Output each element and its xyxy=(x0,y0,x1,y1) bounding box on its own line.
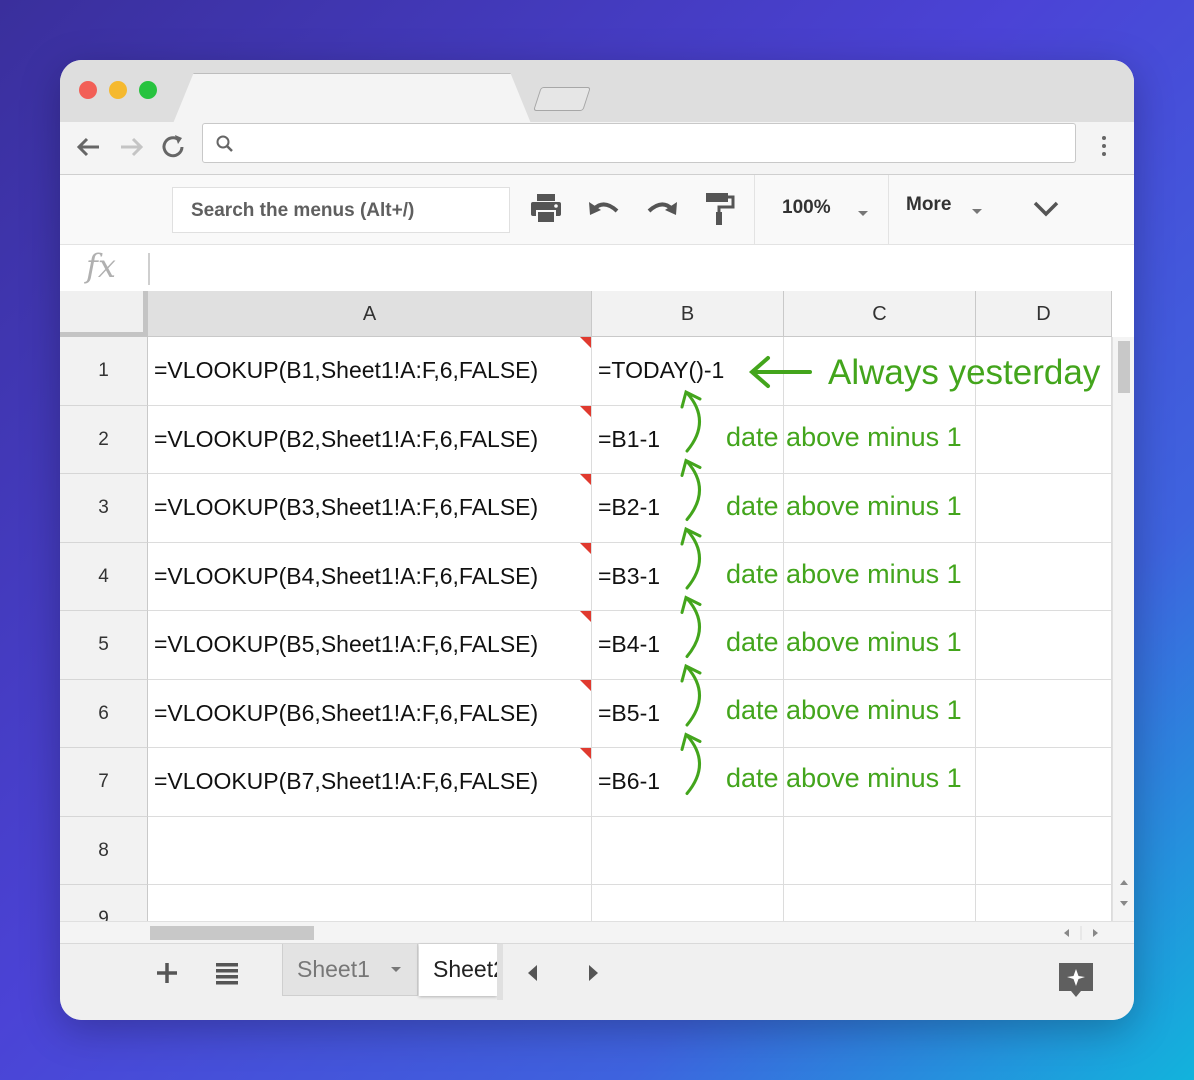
zoom-select[interactable]: 100% xyxy=(782,197,831,219)
curved-arrow-icon xyxy=(680,526,702,590)
tab-divider xyxy=(497,944,503,1000)
more-button[interactable]: More xyxy=(906,194,951,216)
scroll-left-icon[interactable] xyxy=(522,962,544,989)
vertical-scroll-thumb[interactable] xyxy=(1118,341,1130,393)
sheet-tab-label: Sheet2 xyxy=(433,956,497,982)
close-window-button[interactable] xyxy=(79,81,97,99)
browser-tab[interactable] xyxy=(172,73,532,126)
all-sheets-icon[interactable] xyxy=(212,958,242,993)
reload-icon[interactable] xyxy=(158,132,188,162)
curved-arrow-icon xyxy=(680,595,702,658)
formula-input[interactable] xyxy=(148,253,150,285)
curved-arrow-icon xyxy=(680,389,702,453)
search-menus-input[interactable]: Search the menus (Alt+/) xyxy=(172,187,510,233)
kebab-menu-icon[interactable] xyxy=(1094,132,1114,162)
url-input[interactable] xyxy=(247,130,1051,158)
tab-strip xyxy=(60,60,1134,126)
scroll-up-down-icon[interactable] xyxy=(1118,873,1130,913)
browser-window: Search the menus (Alt+/) 100% More fx A … xyxy=(60,60,1134,1020)
annotation-always-yesterday: Always yesterday xyxy=(828,353,1101,392)
annotation-row-3: date above minus 1 xyxy=(726,491,962,521)
scroll-left-right-icon[interactable] xyxy=(1056,926,1106,940)
undo-icon[interactable] xyxy=(584,189,624,229)
spreadsheet-grid: A B C D 1 =VLOOKUP(B1,Sheet1!A:F,6,FALSE)… xyxy=(60,291,1134,921)
curved-arrow-icon xyxy=(680,732,702,795)
explore-icon[interactable] xyxy=(1056,960,1096,1005)
zoom-caret-icon xyxy=(858,211,868,216)
minimize-window-button[interactable] xyxy=(109,81,127,99)
back-icon[interactable] xyxy=(74,132,104,162)
redo-icon[interactable] xyxy=(642,189,682,229)
search-icon xyxy=(216,135,233,152)
annotation-row-7: date above minus 1 xyxy=(726,763,962,793)
toolbar-divider xyxy=(888,175,889,244)
sheet-menu-caret-icon[interactable] xyxy=(391,967,401,972)
sheets-toolbar: Search the menus (Alt+/) 100% More xyxy=(60,175,1134,245)
arrow-left-icon xyxy=(748,356,812,388)
annotation-row-2: date above minus 1 xyxy=(726,422,962,452)
toolbar-divider xyxy=(754,175,755,244)
address-bar[interactable] xyxy=(202,123,1076,163)
formula-bar: fx xyxy=(60,245,1134,292)
fx-icon: fx xyxy=(86,247,116,285)
annotation-row-5: date above minus 1 xyxy=(726,627,962,657)
add-sheet-icon[interactable] xyxy=(152,958,182,993)
maximize-window-button[interactable] xyxy=(139,81,157,99)
annotation-row-4: date above minus 1 xyxy=(726,559,962,589)
sheet-tab-sheet2[interactable]: Sheet2 xyxy=(419,944,497,996)
vertical-scrollbar[interactable] xyxy=(1112,337,1134,921)
scroll-right-icon[interactable] xyxy=(582,962,604,989)
chevron-down-icon[interactable] xyxy=(1026,189,1066,229)
print-icon[interactable] xyxy=(526,189,566,229)
paint-format-icon[interactable] xyxy=(700,189,740,229)
horizontal-scrollbar[interactable] xyxy=(60,921,1134,944)
curved-arrow-icon xyxy=(680,663,702,727)
sheet-tabs-bar: Sheet1 Sheet2 xyxy=(60,943,1134,1020)
new-tab-button[interactable] xyxy=(533,87,591,111)
curved-arrow-icon xyxy=(680,458,702,521)
sheet-tab-sheet1[interactable]: Sheet1 xyxy=(282,944,418,996)
annotation-row-6: date above minus 1 xyxy=(726,695,962,725)
more-caret-icon xyxy=(972,209,982,214)
horizontal-scroll-thumb[interactable] xyxy=(150,926,314,940)
forward-icon[interactable] xyxy=(116,132,146,162)
sheet-tab-label: Sheet1 xyxy=(297,956,370,982)
